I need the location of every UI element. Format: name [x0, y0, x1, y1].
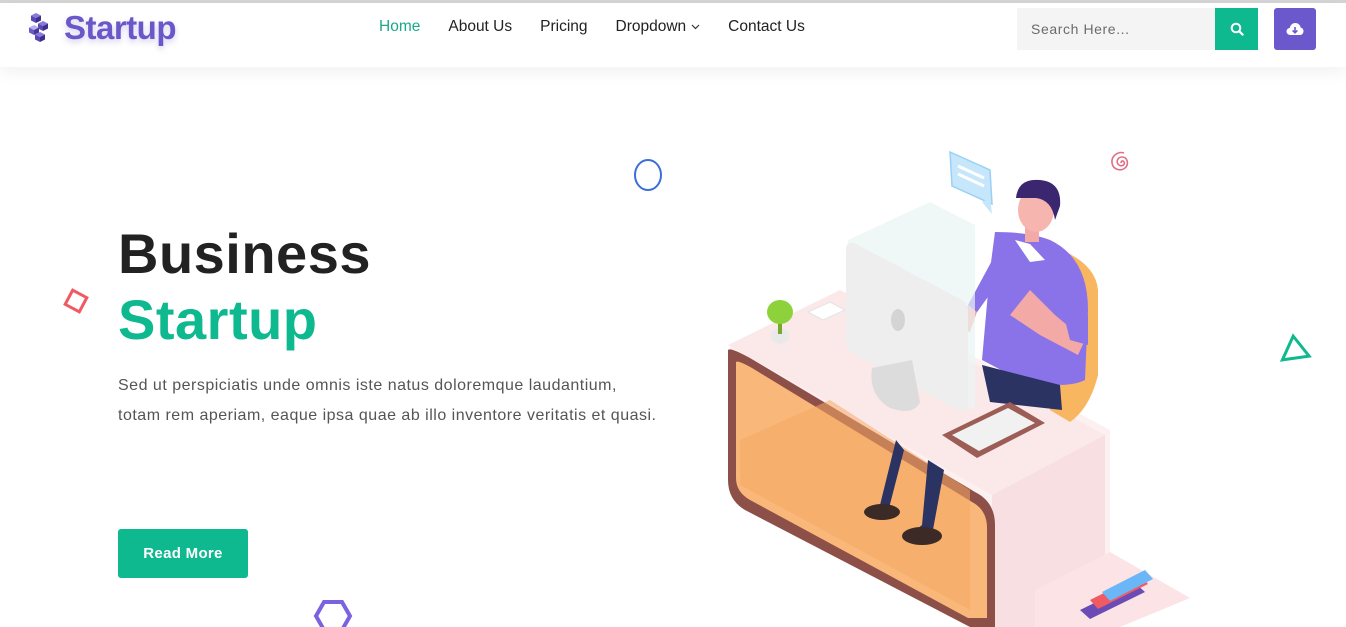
nav-item-dropdown[interactable]: Dropdown — [616, 18, 701, 36]
search-icon — [1230, 22, 1244, 36]
hero-illustration — [728, 150, 1190, 627]
plant-leaves — [767, 300, 793, 324]
read-more-button[interactable]: Read More — [118, 529, 248, 578]
cloud-download-icon — [1286, 23, 1304, 35]
nav-item-pricing[interactable]: Pricing — [540, 18, 587, 36]
nav-item-label: Contact Us — [728, 18, 805, 35]
brand-logo[interactable]: Startup — [28, 9, 177, 47]
cube-stack-icon — [29, 13, 48, 42]
brand-name: Startup — [64, 9, 177, 46]
nav-item-label: Home — [379, 18, 421, 35]
nav-item-label: About Us — [448, 18, 513, 35]
nav-item-label: Pricing — [540, 18, 588, 35]
circle-outline-decoration — [634, 159, 662, 191]
main-nav: Home About Us Pricing Dropdown Contact U… — [379, 18, 805, 36]
shoe — [864, 504, 900, 520]
triangle-outline-decoration — [1279, 333, 1312, 362]
monitor-logo — [891, 309, 905, 331]
nav-item-contact-us[interactable]: Contact Us — [728, 18, 805, 36]
hero-title: Business — [118, 222, 371, 285]
chat-bubble — [949, 150, 993, 214]
chevron-down-icon — [691, 24, 700, 30]
shoe — [902, 527, 942, 545]
square-outline-decoration — [63, 288, 89, 314]
site-header: Startup Home About Us Pricing Dropdown C… — [0, 3, 1346, 67]
nav-item-home[interactable]: Home — [379, 18, 420, 36]
hero-description: Sed ut perspiciatis unde omnis iste natu… — [118, 377, 657, 424]
search-input[interactable] — [1017, 8, 1215, 50]
download-button[interactable] — [1274, 8, 1316, 50]
hero-title-highlight: Startup — [118, 288, 318, 351]
nav-item-label: Dropdown — [615, 18, 687, 35]
search-button[interactable] — [1215, 8, 1258, 50]
nav-item-about-us[interactable]: About Us — [448, 18, 512, 36]
search-bar — [1017, 8, 1258, 50]
hexagon-outline-decoration — [313, 600, 353, 627]
